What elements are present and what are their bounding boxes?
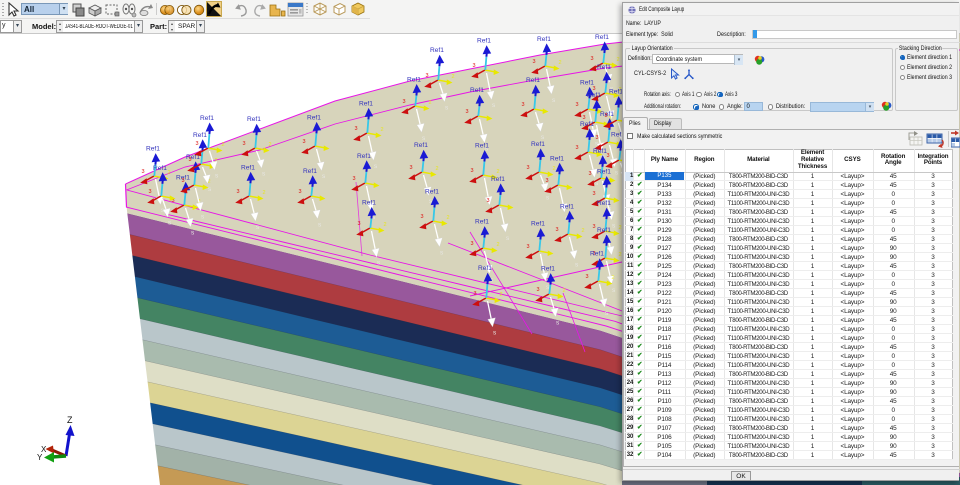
svg-text:2: 2: [447, 215, 450, 221]
svg-text:Ref1: Ref1: [475, 219, 489, 226]
svg-text:3: 3: [421, 214, 424, 220]
svg-text:Ref1: Ref1: [193, 132, 207, 139]
svg-text:Ref1: Ref1: [590, 251, 604, 258]
svg-text:3: 3: [358, 221, 361, 227]
svg-text:2: 2: [553, 166, 556, 172]
svg-text:2: 2: [500, 292, 503, 298]
svg-text:2: 2: [436, 166, 439, 172]
svg-text:3: 3: [537, 287, 540, 293]
svg-text:3: 3: [466, 109, 469, 115]
svg-text:Ref1: Ref1: [491, 176, 505, 183]
svg-text:Ref1: Ref1: [587, 92, 601, 99]
svg-text:Ref1: Ref1: [597, 64, 611, 71]
svg-text:3: 3: [196, 141, 199, 147]
svg-text:Ref1: Ref1: [241, 164, 255, 171]
svg-text:3: 3: [591, 56, 594, 62]
svg-text:Ref1: Ref1: [478, 265, 492, 272]
svg-text:3: 3: [410, 165, 413, 171]
svg-text:3: 3: [607, 153, 610, 159]
svg-text:Ref1: Ref1: [597, 227, 611, 234]
svg-text:Ref1: Ref1: [597, 200, 611, 207]
svg-text:2: 2: [612, 275, 615, 281]
svg-text:Ref1: Ref1: [475, 143, 489, 150]
svg-text:3: 3: [546, 178, 549, 184]
svg-text:3: 3: [593, 86, 596, 92]
svg-text:Ref1: Ref1: [531, 221, 545, 228]
svg-text:Ref1: Ref1: [430, 47, 444, 54]
svg-text:3: 3: [527, 244, 530, 250]
svg-text:Ref1: Ref1: [359, 100, 373, 107]
svg-text:Ref1: Ref1: [153, 165, 167, 172]
svg-text:3: 3: [527, 165, 530, 171]
svg-text:3: 3: [182, 178, 185, 184]
svg-text:3: 3: [189, 157, 192, 163]
svg-text:3: 3: [605, 113, 608, 119]
svg-text:Ref1: Ref1: [537, 36, 551, 43]
svg-text:Ref1: Ref1: [414, 142, 428, 149]
svg-text:3: 3: [471, 168, 474, 174]
svg-text:2: 2: [269, 142, 272, 148]
svg-text:3: 3: [237, 189, 240, 195]
svg-text:Ref1: Ref1: [357, 153, 371, 160]
svg-text:3: 3: [243, 141, 246, 147]
svg-text:Ref1: Ref1: [593, 148, 607, 155]
svg-text:Ref1: Ref1: [595, 34, 609, 41]
svg-text:3: 3: [576, 145, 579, 151]
svg-text:3: 3: [471, 241, 474, 247]
svg-text:3: 3: [149, 189, 152, 195]
svg-text:2: 2: [381, 127, 384, 133]
svg-text:Ref1: Ref1: [407, 77, 421, 84]
svg-text:3: 3: [403, 99, 406, 105]
svg-text:3: 3: [142, 169, 145, 175]
svg-text:2: 2: [617, 57, 620, 63]
svg-text:3: 3: [589, 171, 592, 177]
svg-text:Ref1: Ref1: [580, 79, 594, 86]
svg-text:2: 2: [563, 288, 566, 294]
svg-text:2: 2: [168, 170, 171, 176]
svg-text:Ref1: Ref1: [247, 116, 261, 123]
svg-text:Ref1: Ref1: [531, 141, 545, 148]
svg-text:3: 3: [596, 135, 599, 141]
svg-text:2: 2: [429, 100, 432, 106]
svg-text:3: 3: [556, 227, 559, 233]
svg-text:Ref1: Ref1: [560, 203, 574, 210]
svg-text:2: 2: [222, 142, 225, 148]
svg-text:2: 2: [582, 228, 585, 234]
svg-text:Ref1: Ref1: [580, 121, 594, 128]
svg-text:Y: Y: [37, 453, 43, 462]
svg-text:3: 3: [474, 291, 477, 297]
svg-text:Z: Z: [67, 415, 73, 425]
svg-text:Ref1: Ref1: [303, 168, 317, 175]
svg-text:Ref1: Ref1: [597, 169, 611, 176]
svg-text:3: 3: [586, 274, 589, 280]
svg-text:3: 3: [426, 73, 429, 79]
svg-text:3: 3: [355, 126, 358, 132]
svg-text:2: 2: [497, 242, 500, 248]
svg-text:3: 3: [303, 139, 306, 145]
svg-text:3: 3: [353, 176, 356, 182]
svg-text:Ref1: Ref1: [425, 189, 439, 196]
svg-text:3: 3: [473, 63, 476, 69]
svg-text:Ref1: Ref1: [477, 38, 491, 45]
svg-text:2: 2: [452, 74, 455, 80]
svg-text:3: 3: [593, 191, 596, 197]
svg-text:Ref1: Ref1: [362, 200, 376, 207]
svg-text:Ref1: Ref1: [550, 155, 564, 162]
svg-text:Ref1: Ref1: [307, 114, 321, 121]
svg-text:Ref1: Ref1: [200, 115, 214, 122]
svg-text:3: 3: [299, 189, 302, 195]
svg-text:3: 3: [593, 224, 596, 230]
svg-text:3: 3: [533, 59, 536, 65]
svg-text:Ref1: Ref1: [470, 87, 484, 94]
svg-text:2: 2: [384, 222, 387, 228]
svg-text:2: 2: [263, 190, 266, 196]
svg-text:2: 2: [559, 60, 562, 66]
svg-text:Ref1: Ref1: [146, 146, 160, 153]
svg-text:3: 3: [487, 198, 490, 204]
svg-text:3: 3: [576, 102, 579, 108]
svg-text:Ref1: Ref1: [526, 77, 540, 84]
svg-text:2: 2: [497, 169, 500, 175]
svg-text:Ref1: Ref1: [541, 266, 555, 273]
svg-text:3: 3: [522, 102, 525, 108]
